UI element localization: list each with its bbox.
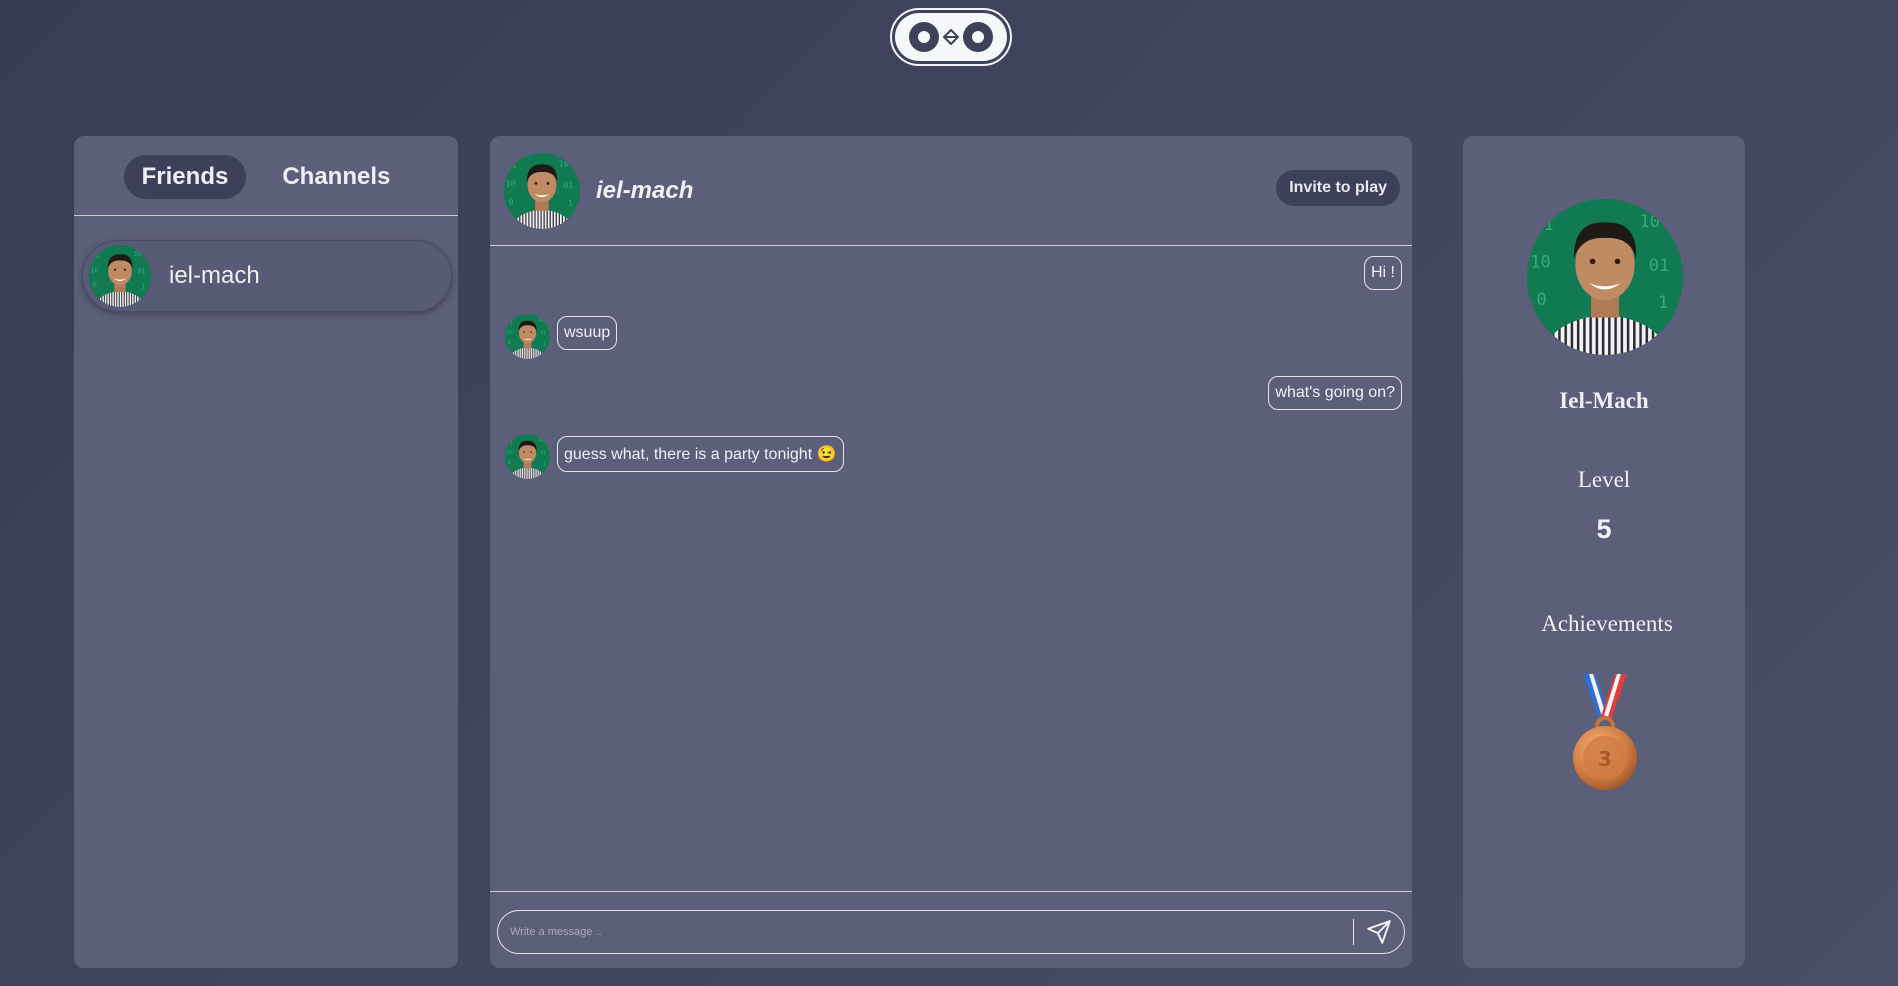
message-bubble-received: guess what, there is a party tonight 😉 bbox=[557, 436, 844, 472]
level-label: Level bbox=[1577, 467, 1631, 492]
message-bubble-received: wsuup bbox=[557, 316, 618, 350]
bronze-medal-icon: 3 bbox=[1573, 674, 1637, 790]
profile-avatar bbox=[1527, 199, 1683, 355]
send-icon bbox=[1367, 920, 1391, 944]
profile-name: Iel-Mach bbox=[1559, 388, 1649, 413]
friend-name: iel-mach bbox=[169, 262, 260, 289]
message-composer bbox=[497, 910, 1405, 954]
right-eye-icon bbox=[963, 22, 993, 52]
tab-friends[interactable]: Friends bbox=[123, 154, 247, 199]
composer-divider bbox=[1353, 919, 1354, 945]
friend-list-item[interactable]: iel-mach bbox=[82, 240, 452, 312]
owl-logo-icon bbox=[895, 13, 1007, 61]
invite-to-play-button[interactable]: Invite to play bbox=[1276, 170, 1400, 206]
chat-header: iel-mach Invite to play bbox=[490, 136, 1412, 246]
friends-panel: Friends Channels iel-mach bbox=[74, 136, 458, 968]
app-logo[interactable] bbox=[890, 8, 1012, 66]
message-list[interactable]: Hi ! wsuup what's going on? guess what, … bbox=[490, 246, 1412, 892]
tab-bar: Friends Channels bbox=[74, 136, 458, 216]
avatar bbox=[89, 245, 151, 307]
avatar bbox=[505, 434, 550, 479]
chat-title: iel-mach bbox=[596, 176, 694, 204]
level-value: 5 bbox=[1596, 514, 1612, 544]
avatar bbox=[505, 314, 550, 359]
achievements-label: Achievements bbox=[1541, 611, 1673, 636]
tab-channels[interactable]: Channels bbox=[264, 155, 408, 199]
profile-panel: Iel-Mach Level 5 Achievements 3 bbox=[1463, 136, 1745, 968]
send-button[interactable] bbox=[1364, 917, 1394, 947]
chat-panel: iel-mach Invite to play Hi ! wsuup what'… bbox=[490, 136, 1412, 968]
avatar[interactable] bbox=[504, 152, 580, 229]
beak-icon bbox=[943, 29, 959, 45]
left-eye-icon bbox=[909, 22, 939, 52]
svg-text:3: 3 bbox=[1598, 747, 1612, 771]
message-bubble-sent: Hi ! bbox=[1364, 256, 1402, 290]
message-bubble-sent: what's going on? bbox=[1268, 376, 1402, 410]
message-input[interactable] bbox=[498, 911, 1353, 953]
